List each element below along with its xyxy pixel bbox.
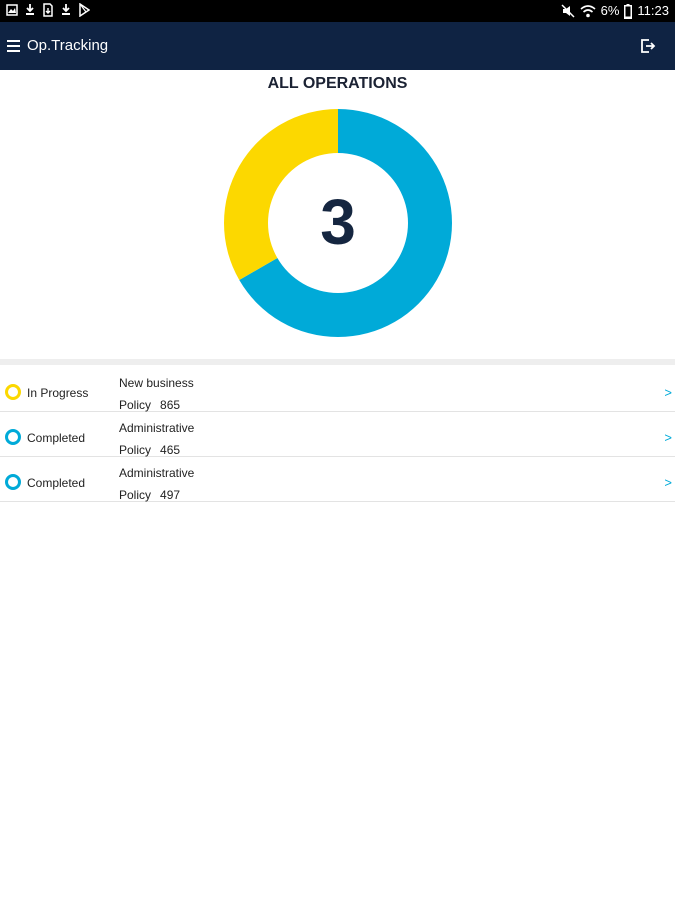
operation-policy: Policy 497 <box>119 488 180 502</box>
operation-row[interactable]: In Progress New business Policy 865 > <box>0 367 675 412</box>
operation-row[interactable]: Completed Administrative Policy 497 > <box>0 457 675 502</box>
row-chevron-icon[interactable]: > <box>664 431 672 445</box>
operation-status: In Progress <box>27 386 89 400</box>
policy-number: 865 <box>160 398 181 412</box>
status-circle-icon <box>5 429 21 445</box>
operation-type: New business <box>119 376 194 390</box>
policy-label: Policy <box>119 398 152 412</box>
status-circle-icon <box>5 384 21 400</box>
total-operations-count: 3 <box>320 186 356 258</box>
operations-list: In Progress New business Policy 865 > Complet… <box>0 367 675 502</box>
operation-status: Completed <box>27 476 86 490</box>
row-chevron-icon[interactable]: > <box>664 476 672 490</box>
operation-type: Administrative <box>119 466 195 480</box>
operation-policy: Policy 465 <box>119 443 180 457</box>
operation-policy: Policy 865 <box>119 398 180 412</box>
operation-row[interactable]: Completed Administrative Policy 465 > <box>0 412 675 457</box>
status-circle-icon <box>5 474 21 490</box>
row-chevron-icon[interactable]: > <box>664 386 672 400</box>
operation-status: Completed <box>27 431 86 445</box>
policy-number: 465 <box>160 443 181 457</box>
section-divider <box>0 359 675 365</box>
policy-number: 497 <box>160 488 181 502</box>
operation-type: Administrative <box>119 421 195 435</box>
operations-donut-chart <box>224 109 452 337</box>
policy-label: Policy <box>119 443 152 457</box>
policy-label: Policy <box>119 488 152 502</box>
